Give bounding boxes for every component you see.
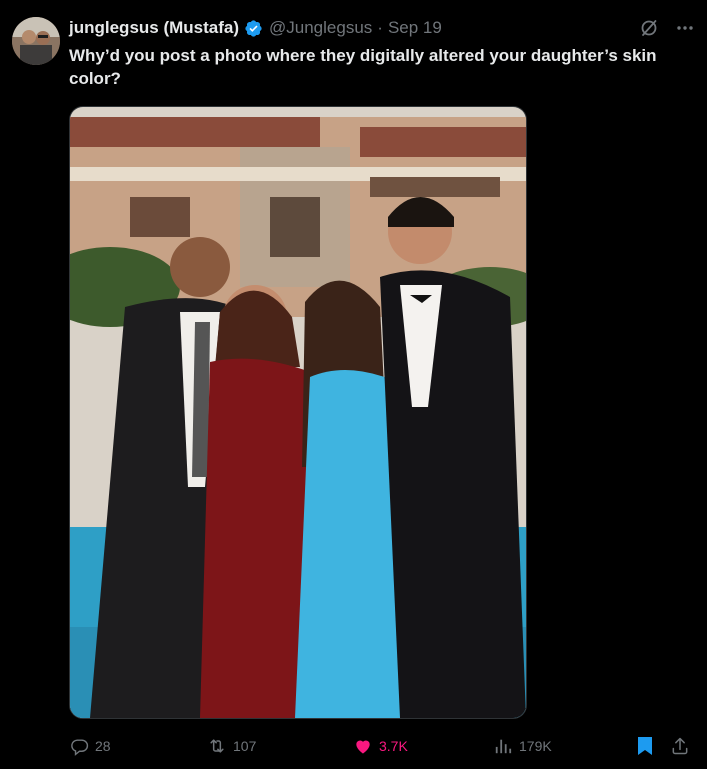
retweet-icon <box>207 736 227 756</box>
views-button[interactable]: 179K <box>493 736 552 756</box>
share-icon <box>670 736 690 756</box>
repost-button[interactable]: 107 <box>207 736 256 756</box>
tweet-text: Why’d you post a photo where they digita… <box>69 46 657 88</box>
bookmark-button[interactable] <box>635 736 655 756</box>
like-button[interactable]: 3.7K <box>353 736 408 756</box>
display-name[interactable]: junglegsus (Mustafa) <box>69 18 239 38</box>
avatar[interactable] <box>12 17 60 65</box>
handle[interactable]: @Junglegsus <box>269 18 372 38</box>
reply-button[interactable]: 28 <box>69 736 111 756</box>
tweet-photo[interactable] <box>69 106 527 719</box>
grok-icon[interactable] <box>639 18 659 38</box>
heart-icon <box>353 736 373 756</box>
reply-icon <box>69 736 89 756</box>
verified-badge-icon <box>244 19 263 38</box>
tweet-header: junglegsus (Mustafa) @Junglegsus · Sep 1… <box>69 17 695 39</box>
reply-count: 28 <box>95 738 111 754</box>
photo-image <box>70 107 526 718</box>
timestamp[interactable]: Sep 19 <box>388 18 442 38</box>
views-count: 179K <box>519 738 552 754</box>
more-icon[interactable] <box>675 18 695 38</box>
tweet[interactable]: junglegsus (Mustafa) @Junglegsus · Sep 1… <box>0 0 707 769</box>
action-bar: 28 107 3.7K 179K <box>69 736 695 756</box>
bookmark-icon <box>635 736 655 756</box>
repost-count: 107 <box>233 738 257 754</box>
like-count: 3.7K <box>379 738 408 754</box>
share-button[interactable] <box>670 736 690 756</box>
separator-dot: · <box>377 18 383 37</box>
avatar-image <box>12 17 60 65</box>
views-icon <box>493 736 513 756</box>
